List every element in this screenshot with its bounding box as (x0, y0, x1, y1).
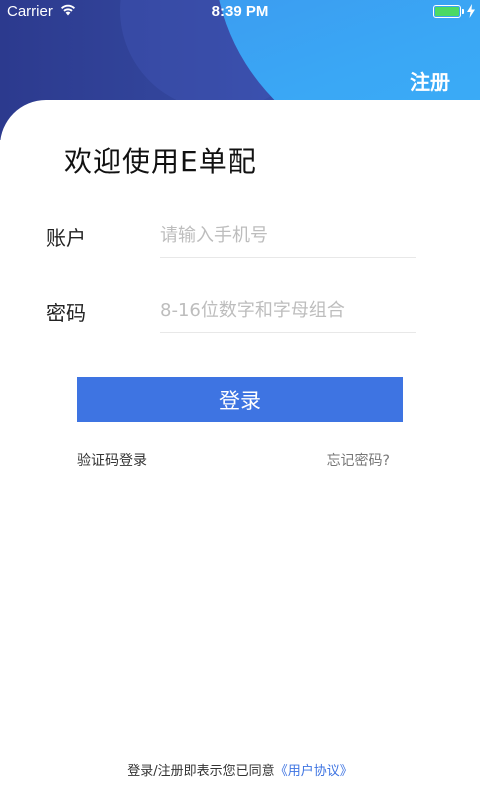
account-label: 账户 (46, 226, 86, 250)
register-button[interactable]: 注册 (410, 66, 450, 95)
password-label: 密码 (46, 301, 86, 325)
forgot-password-link[interactable]: 忘记密码? (327, 450, 390, 470)
status-bar: Carrier 8:39 PM (0, 0, 480, 24)
charging-bolt-icon (467, 4, 475, 18)
agreement-prefix: 登录/注册即表示您已同意 (127, 764, 275, 779)
login-button[interactable]: 登录 (77, 377, 403, 422)
battery-level (435, 7, 459, 16)
login-card (0, 100, 480, 800)
sms-login-link[interactable]: 验证码登录 (77, 450, 147, 470)
battery-icon (433, 5, 461, 18)
user-agreement-link[interactable]: 《用户协议》 (275, 764, 353, 779)
account-input[interactable] (160, 214, 416, 258)
page-title: 欢迎使用E单配 (64, 145, 257, 178)
status-time: 8:39 PM (211, 3, 269, 20)
battery-tip (462, 9, 464, 14)
agreement-text: 登录/注册即表示您已同意《用户协议》 (0, 760, 480, 779)
login-screen: Carrier 8:39 PM 注册 欢迎使用E单配 账户 密码 登录 验证码登… (0, 0, 480, 800)
password-input[interactable] (160, 289, 416, 333)
